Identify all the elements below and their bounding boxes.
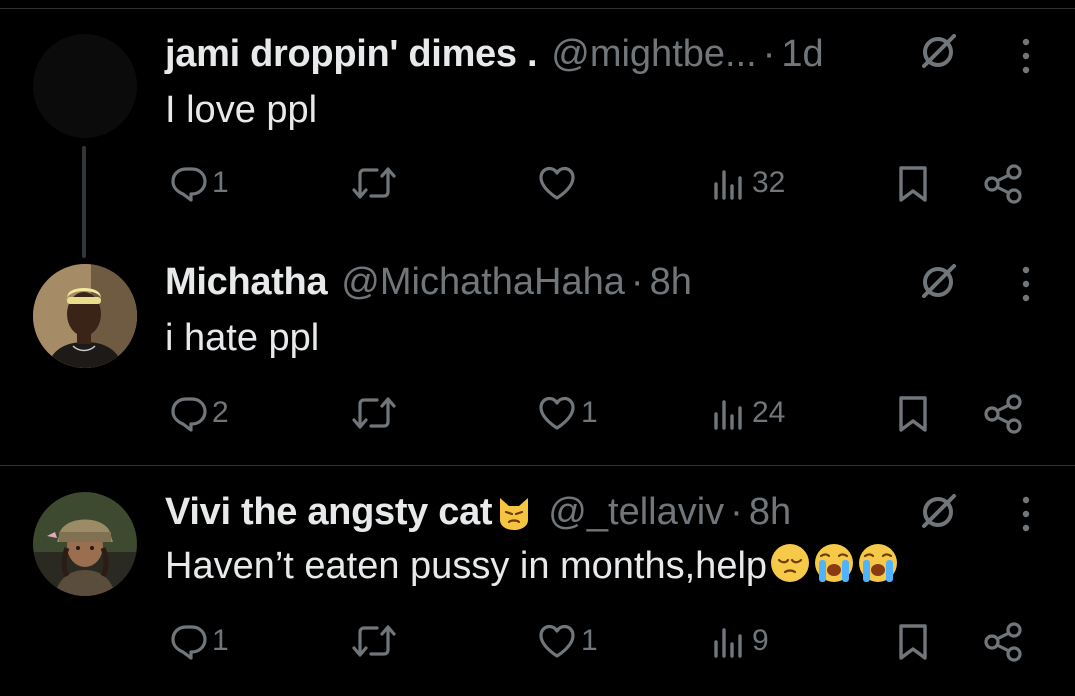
- repost-button[interactable]: [352, 394, 400, 432]
- share-icon: [984, 164, 1022, 204]
- bookmark-icon: [899, 624, 927, 660]
- views-count: 9: [752, 624, 769, 657]
- share-icon: [984, 394, 1022, 434]
- reply-icon: [171, 397, 207, 432]
- bookmark-button[interactable]: [894, 394, 932, 434]
- avatar[interactable]: [33, 34, 137, 138]
- author-handle[interactable]: @MichathaHaha: [341, 258, 625, 306]
- loudly-crying-face-emoji-icon: [815, 544, 854, 582]
- post-header: Michatha @MichathaHaha · 8h: [165, 258, 692, 306]
- post-time[interactable]: 8h: [650, 258, 692, 306]
- pouting-cat-emoji-icon: [500, 498, 529, 530]
- like-count: 1: [581, 624, 598, 657]
- bookmark-icon: [899, 166, 927, 202]
- post-text: Haven’t eaten pussy in months,help: [165, 545, 768, 587]
- share-button[interactable]: [982, 164, 1024, 204]
- bookmark-button[interactable]: [894, 164, 932, 204]
- author-handle[interactable]: @mightbe...: [551, 30, 756, 78]
- separator-dot: ·: [730, 491, 743, 533]
- reply-button[interactable]: 2: [170, 394, 229, 432]
- views-icon: [714, 170, 742, 200]
- share-icon: [984, 622, 1022, 662]
- avatar[interactable]: [33, 264, 137, 368]
- author-name[interactable]: Michatha: [165, 258, 328, 306]
- more-icon[interactable]: [1020, 266, 1032, 302]
- like-button[interactable]: 1: [537, 622, 598, 660]
- post-header: Vivi the angsty cat @_tellaviv · 8h: [165, 488, 791, 536]
- repost-button[interactable]: [352, 622, 400, 660]
- post-header: jami droppin' dimes . @mightbe... · 1d: [165, 30, 824, 78]
- author-handle[interactable]: @_tellaviv: [548, 488, 724, 536]
- repost-icon: [352, 167, 396, 199]
- reply-count: 2: [212, 396, 229, 429]
- author-name[interactable]: Vivi the angsty cat: [165, 488, 493, 536]
- share-button[interactable]: [982, 622, 1024, 662]
- like-icon: [539, 396, 575, 430]
- bookmark-button[interactable]: [894, 622, 932, 662]
- views-button[interactable]: 9: [712, 622, 769, 660]
- more-icon[interactable]: [1020, 38, 1032, 74]
- separator-dot: ·: [762, 33, 776, 75]
- pensive-face-emoji-icon: [771, 544, 810, 582]
- separator-dot: ·: [630, 261, 644, 303]
- views-button[interactable]: 24: [712, 394, 785, 432]
- post-time[interactable]: 8h: [749, 488, 791, 536]
- views-icon: [714, 400, 742, 430]
- reply-count: 1: [212, 166, 229, 199]
- views-count: 32: [752, 166, 786, 199]
- reply-count: 1: [212, 624, 229, 657]
- reply-icon: [171, 625, 207, 660]
- avatar-photo: [33, 492, 137, 596]
- like-button[interactable]: [537, 164, 581, 202]
- repost-icon: [352, 625, 396, 657]
- post-divider: [0, 465, 1075, 466]
- views-count: 24: [752, 396, 786, 429]
- repost-icon: [352, 397, 396, 429]
- more-icon[interactable]: [1020, 496, 1032, 532]
- repost-button[interactable]: [352, 164, 400, 202]
- author-name[interactable]: jami droppin' dimes .: [165, 30, 538, 78]
- like-icon: [539, 166, 575, 200]
- post-text-line: Haven’t eaten pussy in months,help: [165, 542, 899, 590]
- post-text: I love ppl: [165, 89, 318, 131]
- grok-icon[interactable]: [918, 492, 958, 532]
- reply-button[interactable]: 1: [170, 622, 229, 660]
- avatar-photo: [33, 264, 137, 368]
- post-text: i hate ppl: [165, 317, 320, 359]
- action-bar: 2 1 24: [0, 394, 1075, 438]
- like-count: 1: [581, 396, 598, 429]
- like-button[interactable]: 1: [537, 394, 598, 432]
- bookmark-icon: [899, 396, 927, 432]
- reply-button[interactable]: 1: [170, 164, 229, 202]
- action-bar: 1 1 9: [0, 622, 1075, 666]
- loudly-crying-face-emoji-icon: [859, 544, 898, 582]
- top-divider: [0, 8, 1075, 9]
- post-time[interactable]: 1d: [781, 30, 823, 78]
- reply-icon: [171, 167, 207, 202]
- grok-icon[interactable]: [918, 32, 958, 72]
- grok-icon[interactable]: [918, 262, 958, 302]
- views-icon: [714, 628, 742, 658]
- views-button[interactable]: 32: [712, 164, 785, 202]
- avatar[interactable]: [33, 492, 137, 596]
- share-button[interactable]: [982, 394, 1024, 434]
- like-icon: [539, 624, 575, 658]
- action-bar: 1 32: [0, 164, 1075, 208]
